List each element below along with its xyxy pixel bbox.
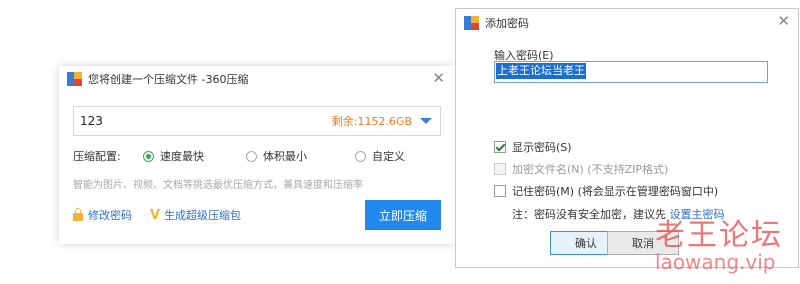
app-360-icon	[464, 16, 479, 30]
remember-password-checkbox[interactable]	[494, 185, 506, 197]
vip-v-icon: V	[150, 207, 161, 223]
compress-now-button[interactable]: 立即压缩	[365, 200, 441, 230]
close-icon[interactable]: ✕	[777, 14, 790, 29]
chevron-down-icon[interactable]	[420, 118, 432, 124]
password-dialog-titlebar: 添加密码 ✕	[456, 9, 798, 37]
option-custom[interactable]: 自定义	[355, 148, 405, 164]
radio-custom-icon[interactable]	[355, 150, 366, 162]
lock-icon	[73, 208, 83, 221]
radio-smallest-icon[interactable]	[246, 150, 257, 162]
option-fastest-label: 速度最快	[160, 150, 204, 163]
option-smallest-label: 体积最小	[263, 150, 307, 163]
password-dialog-title: 添加密码	[485, 17, 529, 30]
show-password-label: 显示密码(S)	[512, 141, 572, 154]
encrypt-names-label: 加密文件名(N) (不支持ZIP格式)	[512, 163, 669, 176]
encrypt-names-checkbox	[494, 163, 506, 175]
compress-hint: 智能为图片、视频、文档等挑选最优压缩方式，兼具速度和压缩率	[73, 180, 363, 191]
compress-dialog-titlebar: 您将创建一个压缩文件 -360压缩 ✕	[59, 66, 455, 92]
free-space-label: 剩余:1152.6GB	[331, 115, 412, 128]
show-password-row[interactable]: 显示密码(S)	[494, 139, 572, 155]
remember-password-row[interactable]: 记住密码(M) (将会显示在管理密码窗口中)	[494, 183, 718, 199]
app-360-icon	[67, 72, 82, 86]
option-smallest[interactable]: 体积最小	[246, 148, 355, 164]
option-custom-label: 自定义	[372, 150, 405, 163]
password-input-value: 上老王论坛当老王	[496, 63, 586, 79]
watermark-url: laowang.vip	[655, 250, 776, 274]
remember-password-label: 记住密码(M) (将会显示在管理密码窗口中)	[512, 185, 719, 198]
compress-config-row: 压缩配置: 速度最快 体积最小 自定义	[73, 148, 441, 164]
archive-path-value: 123	[80, 114, 103, 128]
radio-fastest-icon[interactable]	[143, 150, 154, 162]
change-password-link[interactable]: 修改密码	[88, 207, 132, 223]
compress-actions: 修改密码 V 生成超级压缩包 立即压缩	[73, 200, 441, 230]
encrypt-names-row: 加密文件名(N) (不支持ZIP格式)	[494, 161, 668, 177]
password-input[interactable]: 上老王论坛当老王	[494, 61, 768, 83]
archive-path-input[interactable]: 123 剩余:1152.6GB	[73, 106, 472, 136]
option-fastest[interactable]: 速度最快	[143, 148, 246, 164]
create-super-pack-link[interactable]: 生成超级压缩包	[164, 207, 241, 223]
watermark-title: 老王论坛	[655, 218, 783, 253]
show-password-checkbox[interactable]	[494, 141, 506, 153]
close-icon[interactable]: ✕	[432, 71, 445, 86]
compress-dialog-title: 您将创建一个压缩文件 -360压缩	[88, 73, 249, 86]
security-note-text: 注：密码没有安全加密，建议先	[512, 208, 670, 221]
compress-config-label: 压缩配置:	[73, 150, 121, 163]
compress-dialog: 您将创建一个压缩文件 -360压缩 ✕ 123 剩余:1152.6GB 压缩配置…	[59, 66, 472, 244]
